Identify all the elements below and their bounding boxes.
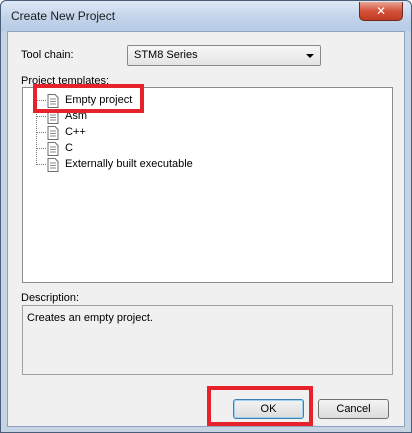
template-label: C++ — [65, 126, 86, 138]
tree-connector — [37, 116, 46, 117]
highlight-box-ok — [207, 386, 313, 426]
description-text: Creates an empty project. — [27, 312, 153, 324]
toolchain-label: Tool chain: — [21, 49, 74, 61]
document-icon — [47, 158, 59, 172]
toolchain-select[interactable]: STM8 Series — [127, 45, 321, 66]
toolchain-selected-value: STM8 Series — [134, 49, 198, 61]
document-icon — [47, 126, 59, 140]
template-item-cpp[interactable]: C++ — [23, 125, 323, 141]
close-button[interactable]: ✕ — [359, 2, 403, 21]
create-new-project-dialog: Create New Project ✕ Tool chain: STM8 Se… — [0, 0, 412, 433]
tree-connector — [37, 148, 46, 149]
project-templates-tree[interactable]: Empty project Asm C++ C Externally built — [22, 87, 393, 283]
title-bar[interactable]: Create New Project ✕ — [1, 1, 411, 31]
cancel-button[interactable]: Cancel — [318, 399, 389, 419]
template-item-c[interactable]: C — [23, 141, 323, 157]
description-label: Description: — [21, 292, 80, 304]
template-label: Externally built executable — [65, 158, 193, 170]
template-item-externally-built-executable[interactable]: Externally built executable — [23, 157, 323, 173]
document-icon — [47, 142, 59, 156]
tree-connector — [37, 164, 46, 165]
close-icon: ✕ — [375, 4, 387, 18]
template-label: C — [65, 142, 73, 154]
tree-connector — [37, 132, 46, 133]
chevron-down-icon[interactable] — [306, 54, 314, 58]
description-box: Creates an empty project. — [22, 305, 393, 375]
dialog-title: Create New Project — [11, 9, 116, 23]
highlight-box-empty-project — [33, 84, 144, 113]
